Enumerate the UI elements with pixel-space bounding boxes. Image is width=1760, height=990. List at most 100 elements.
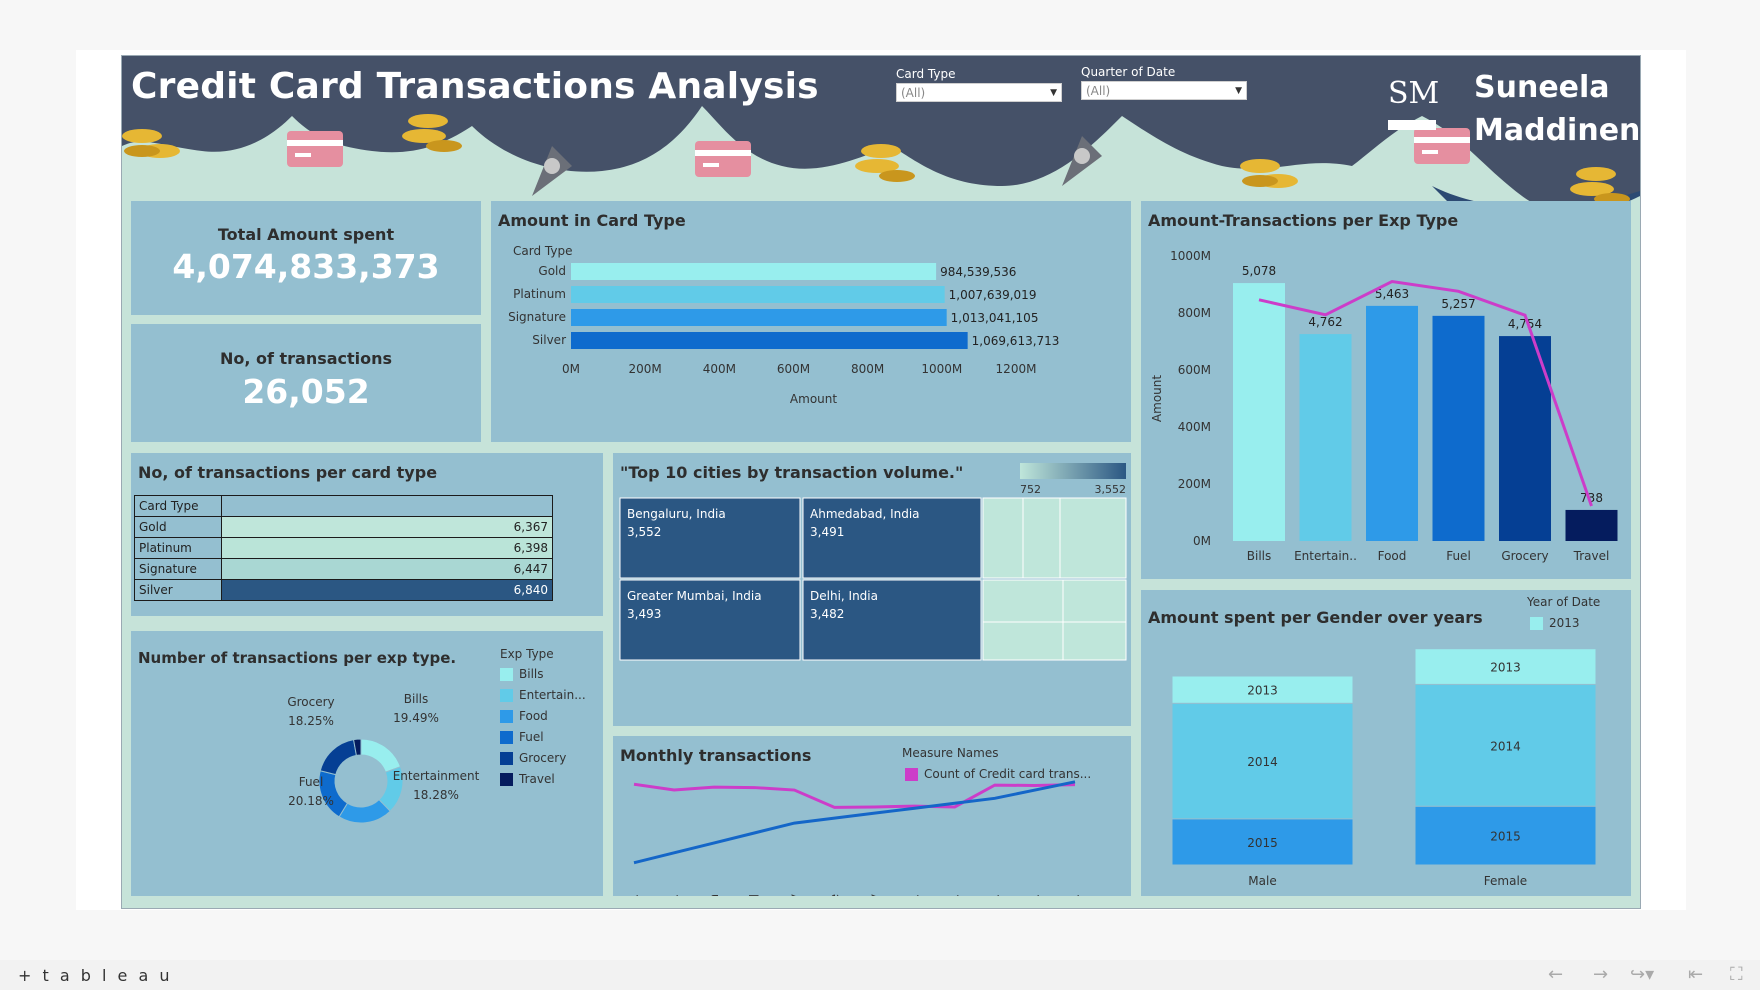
author-last-name: Maddineni xyxy=(1474,113,1641,148)
quarter-filter-label: Quarter of Date xyxy=(1081,65,1176,79)
reset-icon[interactable]: ⇤ xyxy=(1688,964,1703,985)
bar-value-label: 1,069,613,713 xyxy=(972,334,1060,348)
segment-label: 2013 xyxy=(1247,684,1278,698)
treemap-cell-small xyxy=(1022,497,1061,579)
table-cell-value: 6,398 xyxy=(221,537,553,559)
redo-icon[interactable]: → xyxy=(1593,964,1608,985)
author-name: Suneela Maddineni xyxy=(1474,66,1641,152)
bar xyxy=(571,263,937,280)
fullscreen-icon[interactable]: ⛶ xyxy=(1730,964,1743,985)
bar xyxy=(1233,283,1285,541)
segment-label: 2014 xyxy=(1490,739,1521,753)
x-tick-label: Travel xyxy=(1573,549,1610,563)
segment-label: 2015 xyxy=(1247,836,1278,850)
x-tick-label: June xyxy=(827,894,841,896)
x-tick-label: Female xyxy=(1484,874,1527,888)
dashboard: Credit Card Transactions Analysis Card T… xyxy=(121,55,1641,909)
bar-value-label: 1,007,639,019 xyxy=(949,288,1037,302)
bar xyxy=(1565,509,1618,541)
y-tick-label: 600M xyxy=(1178,363,1211,377)
revert-icon[interactable]: ↪▾ xyxy=(1630,964,1654,985)
color-legend-bar xyxy=(1020,463,1126,479)
x-tick-label: 600M xyxy=(777,362,810,376)
bar-count-label: 4,762 xyxy=(1308,315,1342,329)
legend-item: Travel xyxy=(500,771,555,787)
table-row: Platinum 6,398 xyxy=(134,537,553,559)
bar xyxy=(1366,305,1418,541)
table-cell-value: 6,447 xyxy=(221,558,553,580)
quarter-select[interactable]: (All) ▼ xyxy=(1081,81,1247,100)
treemap-cell-small xyxy=(982,579,1064,623)
bar xyxy=(571,332,968,349)
card-type-select[interactable]: (All) ▼ xyxy=(896,83,1062,102)
legend-swatch xyxy=(500,773,513,786)
segment-label: 2013 xyxy=(1490,661,1521,675)
amount-card-type-chart: Card Type Gold 984,539,536 Platinum 1,007,63… xyxy=(508,244,1060,406)
x-tick-label: Male xyxy=(1248,874,1276,888)
table-row: Gold 6,367 xyxy=(134,516,553,538)
legend-label: Food xyxy=(519,709,548,723)
y-tick-label: 1000M xyxy=(1170,249,1211,263)
x-tick-label: Grocery xyxy=(1501,549,1548,563)
bar-category-label: Signature xyxy=(508,310,566,324)
donut-slice xyxy=(360,738,402,773)
treemap-cell-label: Ahmedabad, India xyxy=(810,507,920,521)
monthly-chart: Janu.. Febr.. March April May June July Augu.. S… xyxy=(627,780,1082,896)
treemap-cell-small xyxy=(982,497,1024,579)
x-tick-label: Augu.. xyxy=(908,894,922,896)
x-tick-label: Bills xyxy=(1247,549,1272,563)
card-type-filter[interactable]: Card Type (All) ▼ xyxy=(896,67,1062,102)
top-cities-treemap: 752 3,552 Bengaluru, India 3,552 Ahmedabad, … xyxy=(619,463,1127,661)
table-cell-label: Silver xyxy=(134,579,222,601)
x-tick-label: 1000M xyxy=(921,362,962,376)
donut-label-name: Entertainment xyxy=(393,769,480,783)
table-cell-value: 6,840 xyxy=(221,579,553,601)
table-cell-value: 6,367 xyxy=(221,516,553,538)
treemap-cell-small xyxy=(1059,497,1127,579)
undo-icon[interactable]: ← xyxy=(1548,964,1563,985)
tableau-logo[interactable]: + t a b l e a u xyxy=(18,966,172,985)
legend-swatch xyxy=(500,668,513,681)
legend-swatch xyxy=(500,689,513,702)
bar-count-label: 5,078 xyxy=(1242,264,1276,278)
x-tick-label: 400M xyxy=(703,362,736,376)
segment-label: 2014 xyxy=(1247,755,1278,769)
table-cell-label: Gold xyxy=(134,516,222,538)
x-tick-label: 1200M xyxy=(996,362,1037,376)
chevron-down-icon: ▼ xyxy=(1050,88,1057,98)
treemap-cell-value: 3,493 xyxy=(627,607,661,621)
exp-type-chart: 0M 200M 400M 600M 800M 1000M Amount 5,078 Bills 4… xyxy=(1150,249,1618,563)
x-tick-label: April xyxy=(747,894,761,896)
kpi-total-amount: Total Amount spent 4,074,833,373 xyxy=(131,201,481,315)
color-legend-min: 752 xyxy=(1020,483,1041,496)
x-tick-label: Janu.. xyxy=(627,894,641,896)
donut-label-pct: 18.25% xyxy=(288,714,334,728)
y-tick-label: 800M xyxy=(1178,306,1211,320)
legend-item: Food xyxy=(500,708,548,724)
table-cell-label: Signature xyxy=(134,558,222,580)
bar xyxy=(571,309,947,326)
donut-label-name: Fuel xyxy=(299,775,324,789)
exp-type-panel: Amount-Transactions per Exp Type 0M 200M 4… xyxy=(1141,201,1631,579)
author-first-name: Suneela xyxy=(1474,70,1610,105)
table-row: Silver 6,840 xyxy=(134,579,553,601)
legend-swatch xyxy=(500,752,513,765)
treemap-cell-label: Greater Mumbai, India xyxy=(627,589,762,603)
exp-legend-title: Exp Type xyxy=(500,647,554,661)
bar-category-label: Gold xyxy=(538,264,566,278)
treemap-cell-value: 3,552 xyxy=(627,525,661,539)
table-header-row: Card Type xyxy=(134,495,553,517)
treemap-cell-value: 3,482 xyxy=(810,607,844,621)
table-row: Signature 6,447 xyxy=(134,558,553,580)
x-tick-label: March xyxy=(707,894,721,896)
donut-label-name: Bills xyxy=(404,692,429,706)
trend-line xyxy=(633,780,1076,865)
x-tick-label: Sept.. xyxy=(948,894,962,896)
legend-swatch xyxy=(500,710,513,723)
card-type-table: Card Type Gold 6,367 Platinum 6,398 Signat… xyxy=(134,495,553,601)
page-title: Credit Card Transactions Analysis xyxy=(131,66,819,107)
kpi-transactions-label: No, of transactions xyxy=(219,349,393,368)
quarter-filter[interactable]: Quarter of Date (All) ▼ xyxy=(1081,65,1247,100)
legend-label: Travel xyxy=(519,772,555,786)
bar-category-label: Silver xyxy=(532,333,566,347)
